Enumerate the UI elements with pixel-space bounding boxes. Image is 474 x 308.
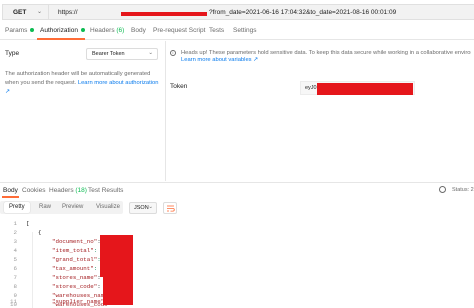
json-value: :: [97, 283, 101, 290]
line-number: 11: [10, 298, 17, 305]
line-number: 3: [13, 238, 17, 245]
json-key: "grand_total": [52, 256, 98, 263]
response-tabs: Body Cookies Headers (18) Test Results: [0, 183, 474, 198]
tab-response-headers-count: (18): [75, 187, 87, 194]
tab-prerequest[interactable]: Pre-request Script: [153, 27, 205, 34]
code-line: 1 [: [0, 219, 474, 228]
active-dot-icon: [30, 28, 35, 33]
status-label: Status: 2: [452, 187, 474, 193]
format-select[interactable]: JSON ⌄: [129, 202, 157, 214]
redaction-bar: [121, 12, 207, 16]
request-tabs: Params Authorization Headers (6) Body Pr…: [0, 24, 474, 40]
url-input[interactable]: https:// ?from_date=2021-06-16 17:04:32&…: [48, 4, 474, 20]
info-icon: i: [170, 50, 176, 56]
wrap-lines-icon: [167, 205, 175, 212]
code-line: 5 "grand_total": 1: [0, 255, 474, 264]
code-line: 7 "stores_name":: [0, 273, 474, 282]
chevron-down-icon: ⌄: [148, 50, 153, 56]
redaction-bar: [103, 277, 133, 305]
line-number: 5: [13, 256, 17, 263]
auth-type-value: Bearer Token: [92, 51, 125, 57]
code-line: 2 {: [0, 228, 474, 237]
active-tab-indicator: [37, 38, 85, 40]
json-key: "tax_amount": [52, 265, 94, 272]
visualize-button[interactable]: Visualize: [96, 204, 120, 210]
tab-body[interactable]: Body: [131, 27, 146, 34]
globe-icon[interactable]: [439, 186, 446, 193]
redaction-bar: [100, 235, 133, 277]
code-line: 4 "item_total": 7: [0, 246, 474, 255]
tab-params-label: Params: [5, 27, 28, 34]
learn-more-variables-link[interactable]: Learn more about variables ↗: [181, 57, 258, 63]
chevron-down-icon: ⌄: [148, 204, 153, 210]
code-text: {: [38, 229, 42, 236]
active-dot-icon: [80, 28, 85, 33]
tab-response-cookies[interactable]: Cookies: [22, 187, 45, 194]
tab-response-headers-label: Headers: [49, 187, 74, 194]
active-tab-indicator: [2, 196, 19, 198]
json-key: "stores_code": [52, 283, 98, 290]
tab-params[interactable]: Params: [5, 27, 35, 34]
tab-response-body[interactable]: Body: [3, 187, 18, 194]
line-number: 6: [13, 265, 17, 272]
response-code-view[interactable]: 1 [ 2 { 3 "document_no": " 4 "item_total…: [0, 219, 474, 308]
tab-tests[interactable]: Tests: [209, 27, 224, 34]
code-text: [: [26, 220, 30, 227]
line-number: 1: [13, 220, 17, 227]
preview-button[interactable]: Preview: [62, 204, 83, 210]
url-prefix: https://: [58, 9, 78, 16]
code-line: 8 "stores_code":: [0, 282, 474, 291]
format-label: JSON: [134, 205, 149, 211]
pretty-button[interactable]: Pretty: [4, 202, 30, 213]
tab-authorization-label: Authorization: [40, 27, 78, 34]
auth-description: The authorization header will be automat…: [5, 70, 163, 97]
tab-headers-label: Headers: [90, 27, 115, 34]
method-select[interactable]: GET ⌄: [2, 4, 48, 20]
redaction-bar: [317, 83, 413, 95]
code-line: 3 "document_no": ": [0, 237, 474, 246]
request-bar: GET ⌄ https:// ?from_date=2021-06-16 17:…: [0, 0, 474, 22]
json-key: "document_no": [52, 238, 98, 245]
token-value: eyJ0: [305, 85, 317, 91]
token-label: Token: [170, 83, 188, 90]
tab-test-results[interactable]: Test Results: [88, 187, 123, 194]
raw-button[interactable]: Raw: [39, 204, 51, 210]
tab-response-headers[interactable]: Headers (18): [49, 187, 87, 194]
method-label: GET: [13, 9, 27, 16]
chevron-down-icon: ⌄: [37, 9, 43, 15]
line-number: 8: [13, 283, 17, 290]
code-line: 6 "tax_amount": 1: [0, 264, 474, 273]
line-number: 7: [13, 274, 17, 281]
line-number: 4: [13, 247, 17, 254]
json-key: "item_total": [52, 247, 94, 254]
tab-headers[interactable]: Headers (6): [90, 27, 124, 34]
panel-divider: [165, 41, 166, 181]
wrap-lines-button[interactable]: [163, 202, 177, 214]
view-mode-toggle: Pretty Raw Preview Visualize: [0, 201, 123, 214]
url-query: ?from_date=2021-06-16 17:04:32&to_date=2…: [209, 9, 397, 16]
json-key: "stores_name": [52, 274, 98, 281]
tab-settings[interactable]: Settings: [233, 27, 257, 34]
tab-authorization[interactable]: Authorization: [40, 27, 85, 34]
json-key: "supplier_name": [52, 298, 105, 305]
tab-headers-count: (6): [116, 27, 125, 34]
auth-type-select[interactable]: Bearer Token ⌄: [86, 48, 158, 60]
token-input[interactable]: eyJ0: [300, 81, 415, 95]
auth-type-label: Type: [5, 50, 20, 57]
code-line: 11 "supplier_name": [0, 297, 474, 306]
line-number: 2: [13, 229, 17, 236]
